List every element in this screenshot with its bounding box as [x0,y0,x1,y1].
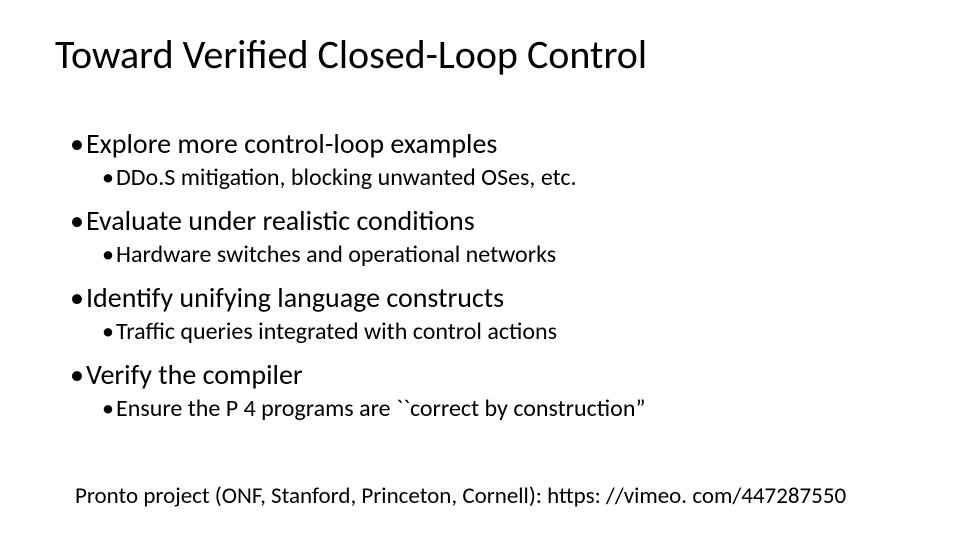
sub-bullet-item: •Ensure the P 4 programs are ``correct b… [102,394,920,424]
sub-bullet-item: •DDo.S mitigation, blocking unwanted OSe… [102,163,920,193]
sub-bullet-text: Hardware switches and operational networ… [116,240,556,269]
slide: Toward Verified Closed-Loop Control •Exp… [0,0,960,540]
sub-bullet-text: DDo.S mitigation, blocking unwanted OSes… [116,163,577,192]
bullet-dot-icon: • [102,394,116,424]
bullet-text: Verify the compiler [86,357,303,392]
bullet-dot-icon: • [70,357,86,392]
sub-bullet-text: Traffic queries integrated with control … [116,317,557,346]
bullet-dot-icon: • [70,126,86,161]
bullet-text: Explore more control-loop examples [86,126,497,161]
sub-bullet-text: Ensure the P 4 programs are ``correct by… [116,394,646,423]
bullet-dot-icon: • [102,240,116,270]
bullet-dot-icon: • [102,317,116,347]
bullet-item: •Identify unifying language constructs [70,280,920,315]
bullet-item: •Explore more control-loop examples [70,126,920,161]
sub-bullet-item: •Hardware switches and operational netwo… [102,240,920,270]
bullet-item: •Verify the compiler [70,357,920,392]
footer-text: Pronto project (ONF, Stanford, Princeton… [75,482,846,510]
bullet-dot-icon: • [70,203,86,238]
sub-bullet-item: •Traffic queries integrated with control… [102,317,920,347]
slide-title: Toward Verified Closed-Loop Control [55,30,647,79]
bullet-item: •Evaluate under realistic conditions [70,203,920,238]
bullet-dot-icon: • [102,163,116,193]
slide-content: •Explore more control-loop examples •DDo… [70,120,920,434]
bullet-dot-icon: • [70,280,86,315]
bullet-text: Identify unifying language constructs [86,280,504,315]
bullet-text: Evaluate under realistic conditions [86,203,475,238]
